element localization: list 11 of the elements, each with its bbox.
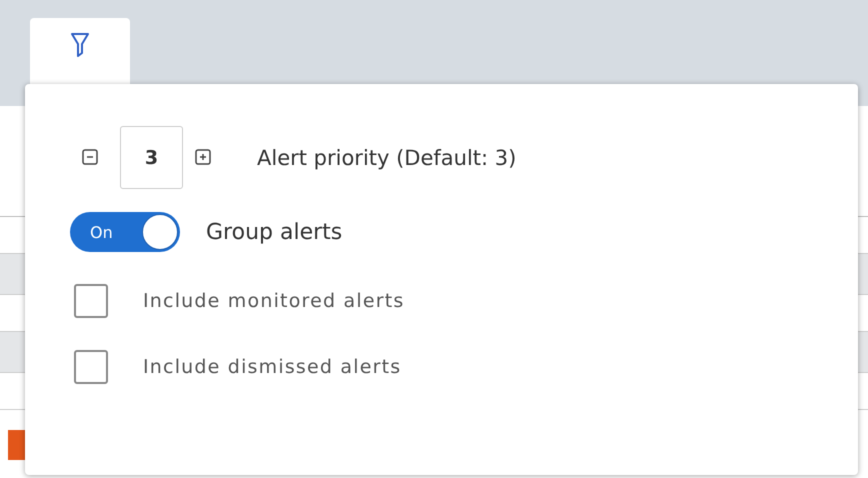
increment-button[interactable] bbox=[195, 148, 213, 166]
checkbox[interactable] bbox=[74, 284, 108, 318]
decrement-button[interactable] bbox=[82, 148, 100, 166]
filter-icon bbox=[70, 32, 90, 58]
checkbox-label: Include monitored alerts bbox=[143, 290, 404, 312]
priority-field[interactable]: 3 bbox=[120, 126, 183, 189]
priority-label: Alert priority (Default: 3) bbox=[257, 146, 516, 170]
checkbox[interactable] bbox=[74, 350, 108, 384]
group-toggle[interactable]: On bbox=[70, 212, 180, 252]
toggle-label: Group alerts bbox=[206, 220, 342, 244]
checkbox-label: Include dismissed alerts bbox=[143, 356, 402, 378]
